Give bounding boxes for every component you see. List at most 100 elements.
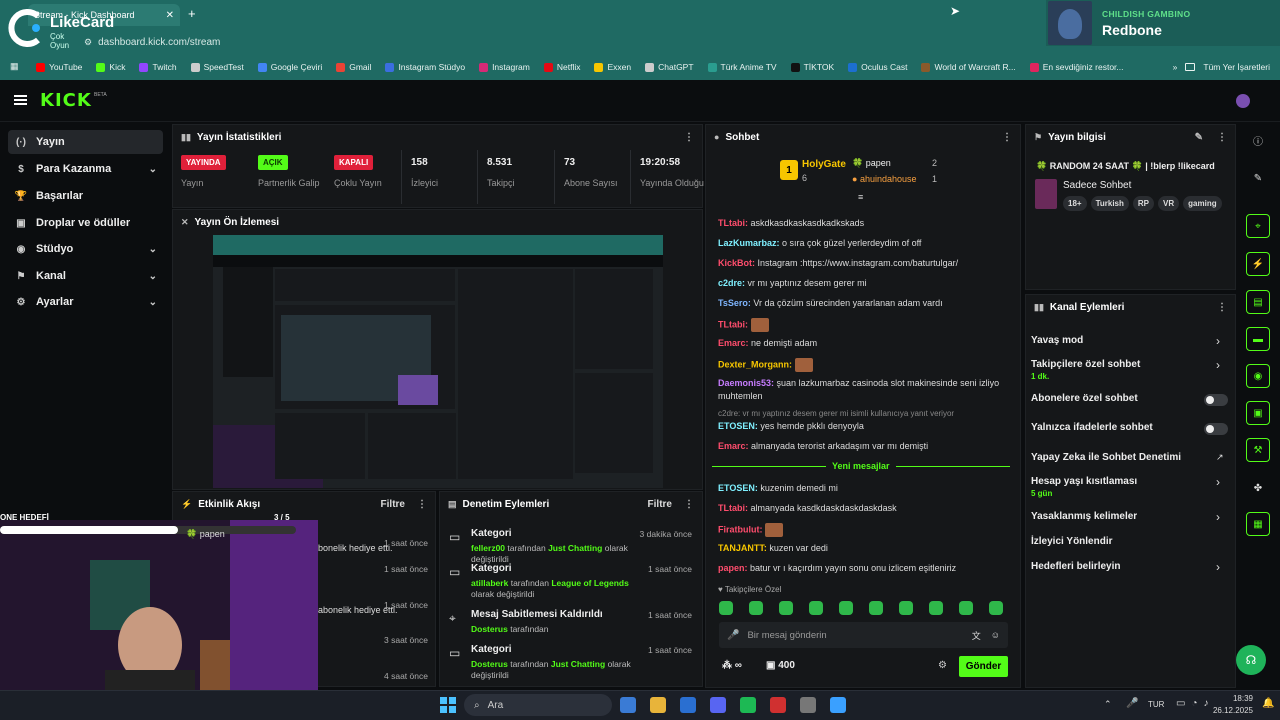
chevron-down-icon[interactable]: ⌄ xyxy=(149,164,157,175)
stream-preview-video[interactable] xyxy=(213,235,663,488)
support-chat-icon[interactable]: ☊ xyxy=(1236,645,1266,675)
tab-close-icon[interactable]: ✕ xyxy=(166,10,174,21)
user-avatar[interactable] xyxy=(1236,94,1250,108)
toggle-switch[interactable] xyxy=(1204,423,1228,435)
taskbar-app-icon[interactable] xyxy=(800,697,816,713)
bookmarks-more-icon[interactable]: » xyxy=(1173,62,1178,72)
taskbar-search[interactable]: ⌕ Ara xyxy=(464,694,612,716)
channel-actions-menu-icon[interactable]: ⋮ xyxy=(1217,302,1227,313)
bookmark-item[interactable]: SpeedTest xyxy=(190,62,244,72)
moderation-user[interactable]: Dosterus xyxy=(471,624,508,634)
chevron-down-icon[interactable]: ⌄ xyxy=(149,271,157,282)
chat-username[interactable]: TLtabi: xyxy=(718,319,748,329)
moderation-user[interactable]: fellerz00 xyxy=(471,543,505,553)
pencil-icon[interactable]: ✎ xyxy=(1246,166,1270,190)
chevron-right-icon[interactable]: › xyxy=(1216,475,1220,489)
chat-username[interactable]: TANJANTT: xyxy=(718,543,767,553)
info-icon[interactable]: ⓘ xyxy=(1246,128,1270,152)
taskbar-app-icon[interactable] xyxy=(740,697,756,713)
quick-emote-icon[interactable] xyxy=(749,601,763,615)
stream-tag[interactable]: 18+ xyxy=(1063,196,1087,211)
quick-emote-icon[interactable] xyxy=(959,601,973,615)
bookmark-item[interactable]: Instagram Stüdyo xyxy=(385,62,465,72)
channel-action-label[interactable]: Hedefleri belirleyin xyxy=(1031,561,1120,572)
chevron-right-icon[interactable]: › xyxy=(1216,510,1220,524)
leader-first-name[interactable]: HolyGate xyxy=(802,159,846,170)
bookmark-item[interactable]: Oculus Cast xyxy=(848,62,907,72)
taskbar-app-icon[interactable] xyxy=(770,697,786,713)
moderation-user[interactable]: atillaberk xyxy=(471,578,508,588)
chevron-down-icon[interactable]: ⌄ xyxy=(149,244,157,255)
stream-category[interactable]: Sadece Sohbet xyxy=(1063,180,1131,191)
broadcast-icon[interactable]: ◉ xyxy=(1246,364,1270,388)
windows-start-icon[interactable] xyxy=(440,697,456,713)
chat-username[interactable]: TsSero: xyxy=(718,298,751,308)
sidebar-item-6[interactable]: ⚙ Ayarlar ⌄ xyxy=(8,290,163,314)
tray-chevron-icon[interactable]: ⌃ xyxy=(1104,699,1112,710)
chat-username[interactable]: Firatbulut: xyxy=(718,524,763,534)
bookmark-item[interactable]: Twitch xyxy=(139,62,177,72)
chat-username[interactable]: TLtabi: xyxy=(718,503,748,513)
puzzle-icon[interactable]: ✤ xyxy=(1246,476,1270,500)
sidebar-item-0[interactable]: (·) Yayın xyxy=(8,130,163,154)
leader-third-name[interactable]: ● ahuindahouse xyxy=(852,174,917,184)
kick-logo[interactable]: KICK xyxy=(40,90,92,111)
wrench-icon[interactable]: ⚒ xyxy=(1246,438,1270,462)
bookmark-item[interactable]: Instagram xyxy=(479,62,530,72)
sidebar-item-4[interactable]: ◉ Stüdyo ⌄ xyxy=(8,237,163,261)
chat-username[interactable]: papen: xyxy=(718,563,748,573)
bookmark-item[interactable]: Gmail xyxy=(336,62,371,72)
activity-filter-button[interactable]: Filtre xyxy=(381,499,405,510)
channel-action-label[interactable]: Yavaş mod xyxy=(1031,335,1083,346)
toggle-switch[interactable] xyxy=(1204,394,1228,406)
notification-bell-icon[interactable]: 🔔 xyxy=(1262,698,1274,709)
chat-username[interactable]: KickBot: xyxy=(718,258,755,268)
emoji-icon[interactable]: ☺ xyxy=(991,630,1000,640)
tray-date[interactable]: 26.12.2025 xyxy=(1203,706,1253,715)
chat-input[interactable]: 🎤 Bir mesaj gönderin 文 ☺ xyxy=(719,622,1008,648)
chat-username[interactable]: ETOSEN: xyxy=(718,483,758,493)
stream-tag[interactable]: RP xyxy=(1132,196,1155,211)
chevron-right-icon[interactable]: › xyxy=(1216,358,1220,372)
bookmark-item[interactable]: En sevdiğiniz restor... xyxy=(1029,62,1124,72)
chat-username[interactable]: Emarc: xyxy=(718,338,749,348)
chat-username[interactable]: Daemonis53: xyxy=(718,378,774,388)
quick-emote-icon[interactable] xyxy=(839,601,853,615)
chevron-right-icon[interactable]: › xyxy=(1216,560,1220,574)
chat-username[interactable]: TLtabi: xyxy=(718,218,748,228)
bookmark-item[interactable]: Netflix xyxy=(543,62,580,72)
tray-mic-icon[interactable]: 🎤 xyxy=(1126,698,1138,709)
bookmark-item[interactable]: Türk Anime TV xyxy=(707,62,777,72)
taskbar-app-icon[interactable] xyxy=(650,697,666,713)
sidebar-item-1[interactable]: $ Para Kazanma ⌄ xyxy=(8,157,163,181)
quick-emote-icon[interactable] xyxy=(779,601,793,615)
bookmark-item[interactable]: Kick xyxy=(96,62,125,72)
bookmark-item[interactable]: YouTube xyxy=(36,62,82,72)
quick-emote-icon[interactable] xyxy=(989,601,1003,615)
chevron-right-icon[interactable]: › xyxy=(1216,334,1220,348)
channel-action-label[interactable]: İzleyici Yönlendir xyxy=(1031,536,1113,547)
taskbar-app-icon[interactable] xyxy=(710,697,726,713)
moderation-user[interactable]: Dosterus xyxy=(471,659,508,669)
chat-username[interactable]: LazKumarbaz: xyxy=(718,238,780,248)
all-bookmarks-link[interactable]: Tüm Yer İşaretleri xyxy=(1203,62,1270,72)
activity-menu-icon[interactable]: ⋮ xyxy=(417,499,427,510)
moderation-menu-icon[interactable]: ⋮ xyxy=(684,499,694,510)
channel-action-label[interactable]: Yapay Zeka ile Sohbet Denetimi xyxy=(1031,452,1181,463)
site-info-icon[interactable]: ⚙ xyxy=(84,37,92,48)
clipboard-icon[interactable]: ▤ xyxy=(1246,290,1270,314)
moderation-filter-button[interactable]: Filtre xyxy=(648,499,672,510)
chat-username[interactable]: Dexter_Morgann: xyxy=(718,359,792,369)
sidebar-item-2[interactable]: 🏆 Başarılar xyxy=(8,184,163,208)
stream-info-menu-icon[interactable]: ⋮ xyxy=(1217,132,1227,143)
taskbar-app-icon[interactable] xyxy=(680,697,696,713)
leader-second-name[interactable]: 🍀 papen xyxy=(852,158,891,169)
chat-menu-icon[interactable]: ⋮ xyxy=(1002,132,1012,143)
chat-collapse-icon[interactable]: ≡ xyxy=(858,192,863,202)
tray-time[interactable]: 18:39 xyxy=(1213,694,1253,703)
bolt-icon[interactable]: ⚡ xyxy=(1246,252,1270,276)
menu-hamburger-icon[interactable] xyxy=(14,95,27,105)
channel-action-label[interactable]: Yalnızca ifadelerle sohbet xyxy=(1031,422,1153,433)
kick-coins[interactable]: ▣ 400 xyxy=(766,660,795,671)
quick-emote-icon[interactable] xyxy=(809,601,823,615)
